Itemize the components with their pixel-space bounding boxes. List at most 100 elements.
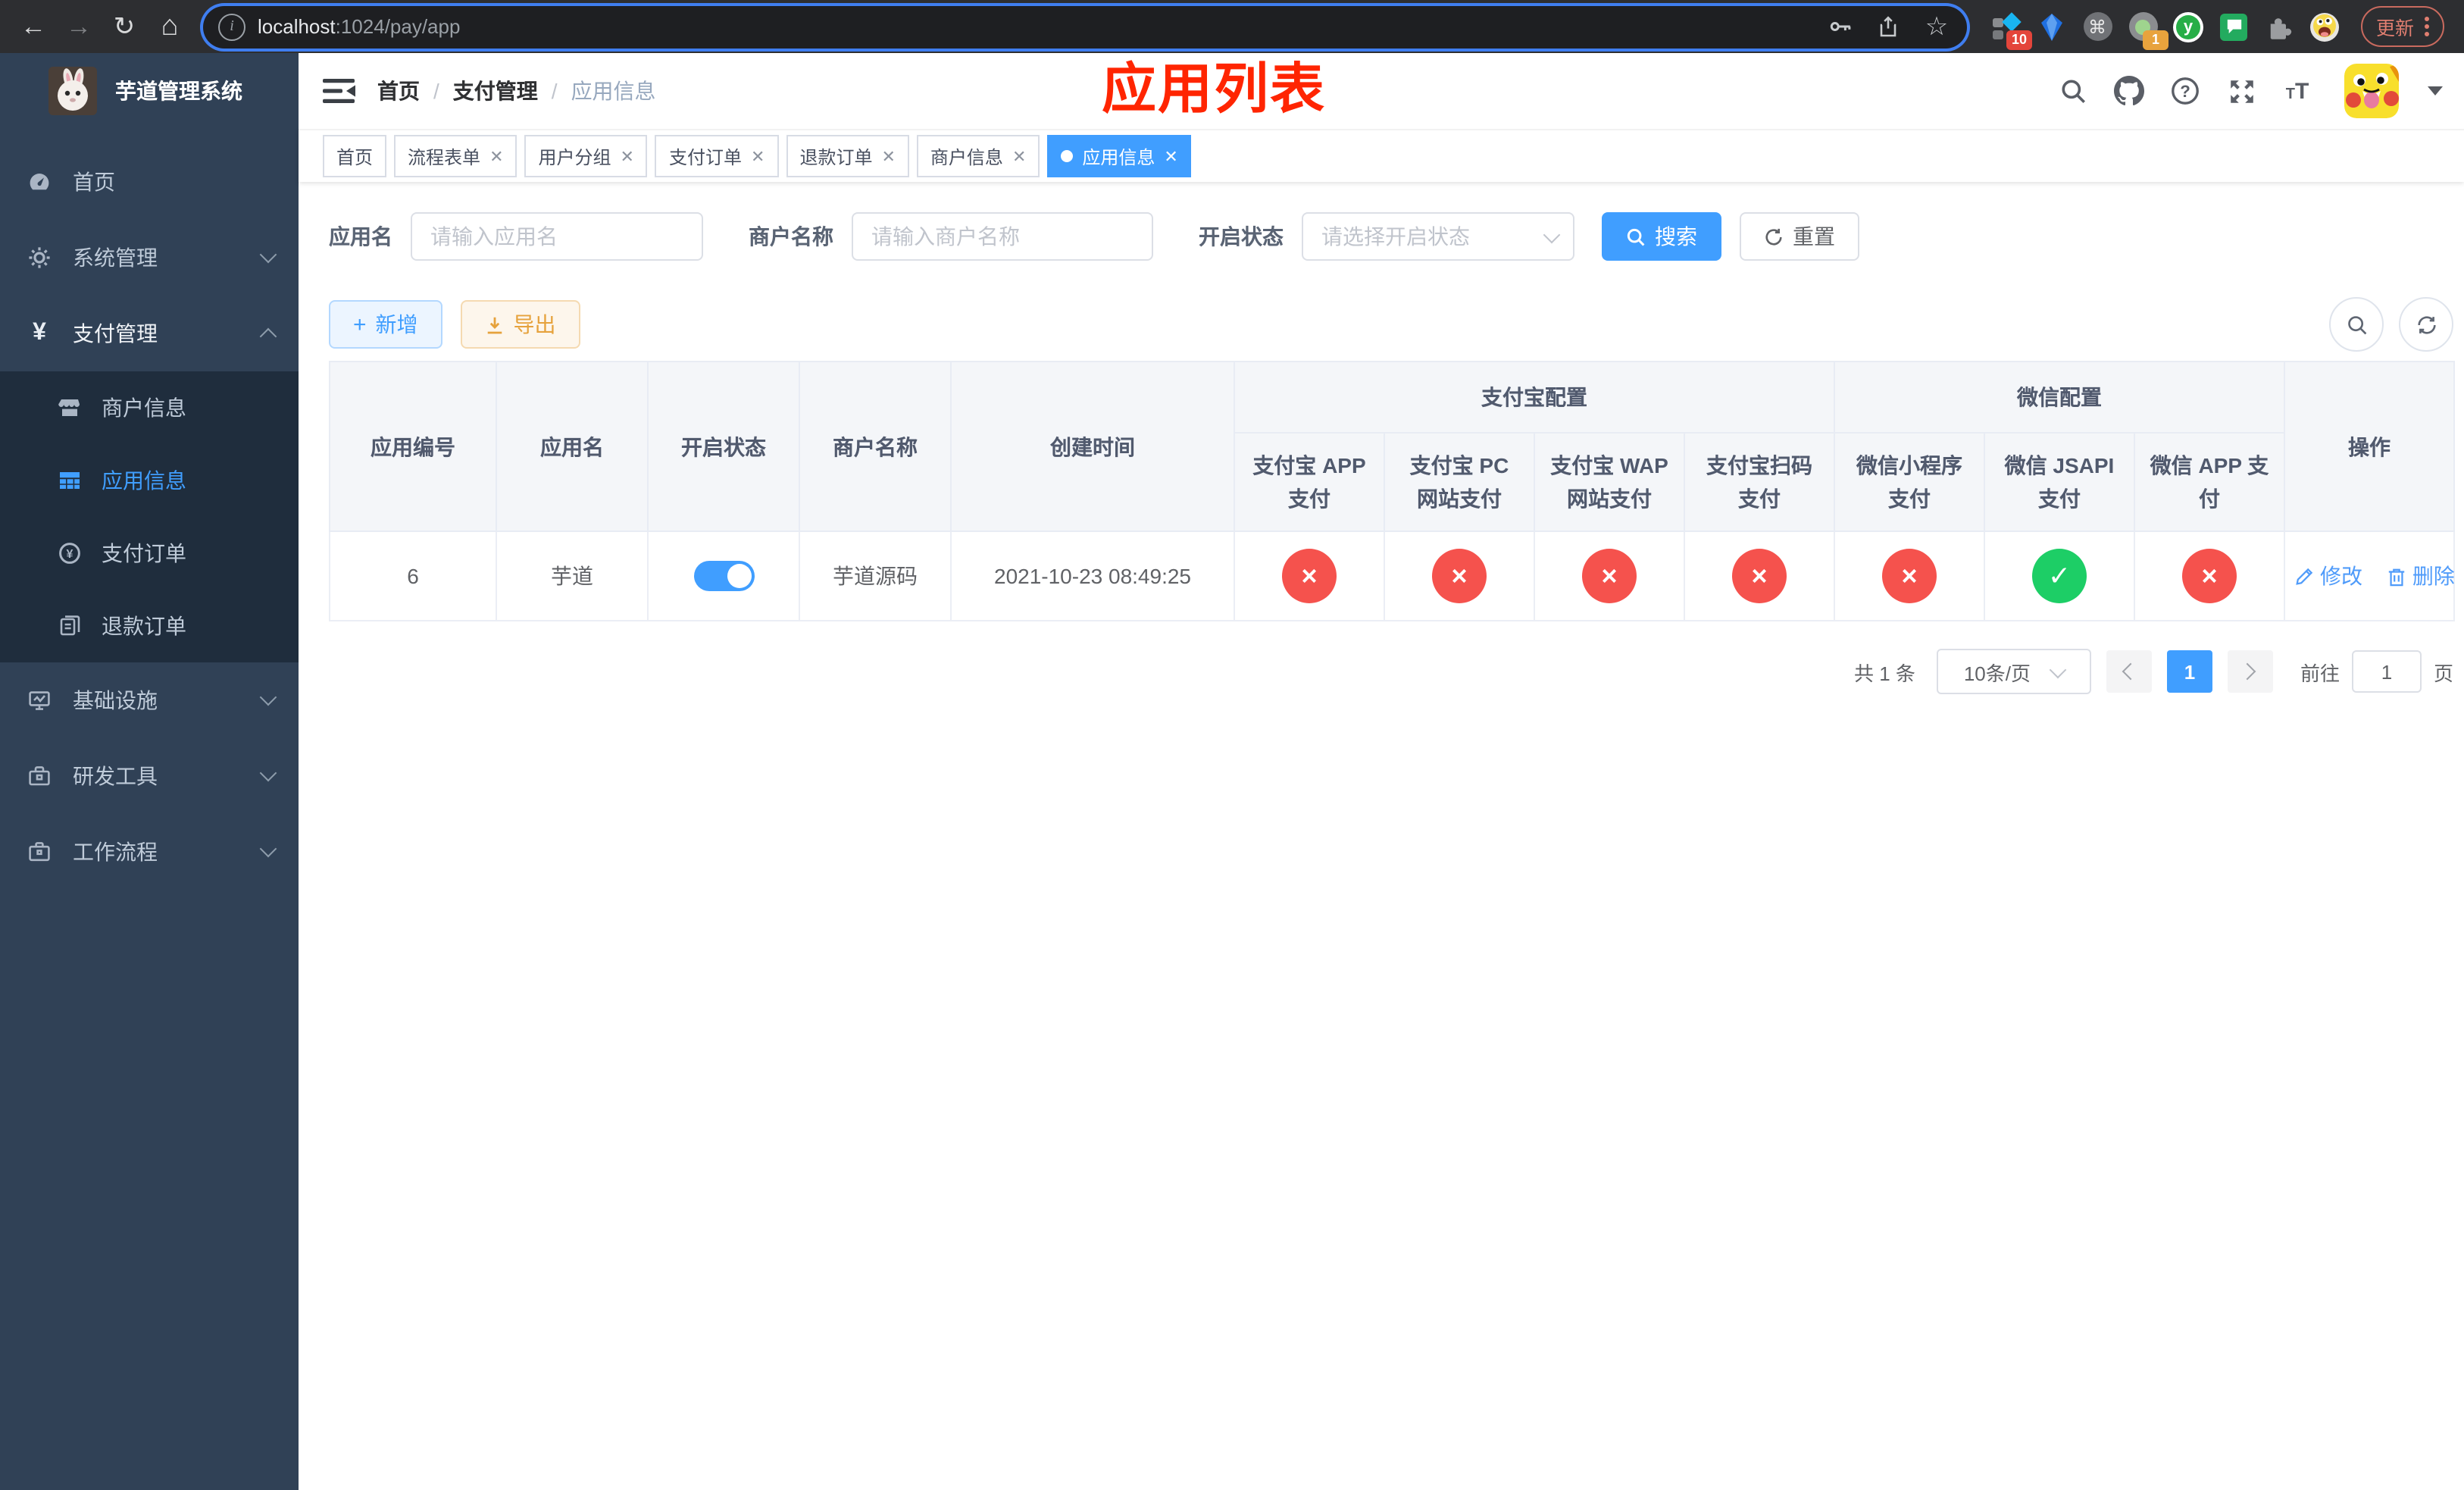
page-unit-label: 页 (2433, 662, 2453, 684)
grid-icon (58, 468, 82, 493)
chevron-down-icon (259, 764, 277, 782)
avatar-caret-icon[interactable] (2428, 86, 2443, 95)
sidebar-item-app-info[interactable]: 应用信息 (0, 444, 299, 517)
site-info-icon[interactable]: i (218, 13, 245, 40)
col-wechat-jsapi: 微信 JSAPI 支付 (1984, 432, 2135, 532)
col-alipay-pc: 支付宝 PC 网站支付 (1384, 432, 1535, 532)
sidebar-item-home[interactable]: 首页 (0, 144, 299, 220)
sidebar-item-refund-order[interactable]: 退款订单 (0, 590, 299, 662)
close-icon[interactable]: ✕ (621, 146, 634, 166)
github-icon[interactable] (2114, 76, 2144, 106)
status-select[interactable]: 请选择开启状态 (1302, 212, 1574, 261)
extension-command-icon[interactable]: ⌘ (2082, 11, 2112, 42)
merchant-name-input[interactable] (852, 212, 1153, 261)
extension-gem-icon[interactable] (2037, 11, 2067, 42)
font-size-icon[interactable]: TT (2282, 76, 2312, 106)
extension-badge: 10 (2006, 30, 2032, 49)
goto-label: 前往 (2300, 662, 2340, 684)
url-path: :1024/pay/app (335, 15, 461, 38)
close-icon[interactable]: ✕ (751, 146, 765, 166)
browser-forward-icon[interactable]: → (58, 5, 100, 48)
sidebar-logo[interactable]: 芋道管理系统 (0, 53, 299, 129)
user-avatar[interactable] (2344, 64, 2399, 118)
reset-button[interactable]: 重置 (1740, 212, 1859, 261)
extension-chat-icon[interactable] (2219, 11, 2249, 42)
bookmark-star-icon[interactable]: ☆ (1921, 11, 1952, 42)
sidebar-item-infra[interactable]: 基础设施 (0, 662, 299, 738)
help-icon[interactable]: ? (2170, 76, 2200, 106)
active-dot (1061, 150, 1074, 162)
browser-reload-icon[interactable]: ↻ (103, 5, 145, 48)
edit-pencil-icon (2296, 567, 2313, 584)
cell-created: 2021-10-23 08:49:25 (950, 531, 1235, 621)
gear-icon (27, 246, 52, 270)
enabled-toggle[interactable] (693, 561, 754, 591)
search-icon (1627, 227, 1645, 246)
breadcrumb-current: 应用信息 (571, 79, 656, 103)
hide-search-button[interactable] (2329, 297, 2384, 352)
col-wechat-app: 微信 APP 支付 (2133, 432, 2286, 532)
tab-refund-order[interactable]: 退款订单 ✕ (786, 135, 909, 177)
tab-home[interactable]: 首页 (323, 135, 387, 177)
sidebar-item-devtools[interactable]: 研发工具 (0, 738, 299, 814)
sidebar-item-system[interactable]: 系统管理 (0, 220, 299, 296)
search-button[interactable]: 搜索 (1602, 212, 1721, 261)
refresh-button[interactable] (2399, 297, 2453, 352)
browser-menu-icon[interactable] (2425, 17, 2430, 36)
extension-yudao-icon[interactable]: y (2173, 11, 2203, 42)
export-button[interactable]: 导出 (460, 300, 580, 349)
browser-update-button[interactable]: 更新 (2361, 6, 2445, 47)
browser-back-icon[interactable]: ← (12, 5, 55, 48)
prev-page-button[interactable] (2106, 650, 2152, 693)
browser-home-icon[interactable]: ⌂ (149, 5, 191, 48)
close-icon[interactable]: ✕ (1012, 146, 1026, 166)
yen-icon: ¥ (33, 320, 46, 346)
tab-user-group[interactable]: 用户分组 ✕ (524, 135, 648, 177)
app-name-input[interactable] (411, 212, 703, 261)
close-icon[interactable]: ✕ (881, 146, 895, 166)
svg-text:?: ? (2180, 82, 2190, 101)
app-title: 芋道管理系统 (115, 79, 242, 103)
col-wechat-mini: 微信小程序支付 (1834, 432, 1985, 532)
sidebar-item-pay-order[interactable]: ¥ 支付订单 (0, 517, 299, 590)
sidebar-item-pay[interactable]: ¥ 支付管理 (0, 296, 299, 371)
edit-link[interactable]: 修改 (2294, 561, 2362, 591)
add-button[interactable]: + 新增 (329, 300, 442, 349)
breadcrumb-pay[interactable]: 支付管理 (453, 76, 538, 106)
browser-toolbar: ← → ↻ ⌂ i localhost:1024/pay/app ☆ 10 ⌘ … (0, 0, 2464, 53)
table-toolbar: + 新增 导出 (329, 297, 2453, 352)
delete-link[interactable]: 删除 (2387, 561, 2455, 591)
address-bar[interactable]: i localhost:1024/pay/app ☆ (203, 5, 1967, 48)
alipay-pc-status: × (1432, 549, 1487, 603)
close-icon[interactable]: ✕ (489, 146, 503, 166)
extensions-puzzle-icon[interactable] (2264, 11, 2294, 42)
chevron-down-icon (259, 246, 277, 264)
next-page-button[interactable] (2227, 650, 2273, 693)
sidebar-item-merchant-info[interactable]: 商户信息 (0, 371, 299, 444)
key-icon[interactable] (1825, 11, 1855, 42)
sidebar-item-workflow[interactable]: 工作流程 (0, 814, 299, 890)
goto-page-input[interactable] (2351, 650, 2422, 693)
alipay-wap-status: × (1582, 549, 1637, 603)
col-merchant: 商户名称 (799, 361, 952, 532)
merchant-name-label: 商户名称 (749, 224, 833, 249)
fullscreen-icon[interactable] (2226, 76, 2256, 106)
app-table: 应用编号 应用名 开启状态 商户名称 创建时间 支付宝配置 微信配置 操作 支付… (329, 361, 2456, 621)
breadcrumb-home[interactable]: 首页 (377, 76, 420, 106)
search-icon[interactable] (2058, 76, 2088, 106)
tab-merchant-info[interactable]: 商户信息 ✕ (916, 135, 1040, 177)
page-number-1[interactable]: 1 (2166, 650, 2212, 693)
alipay-app-status: × (1282, 549, 1337, 603)
profile-avatar-icon[interactable] (2309, 11, 2340, 42)
close-icon[interactable]: ✕ (1164, 146, 1177, 166)
tab-app-info[interactable]: 应用信息 ✕ (1047, 135, 1192, 177)
tab-pay-order[interactable]: 支付订单 ✕ (655, 135, 779, 177)
page-size-select[interactable]: 10条/页 (1936, 649, 2091, 694)
extension-recorder-icon[interactable]: 1 (2128, 11, 2169, 49)
share-icon[interactable] (1873, 11, 1903, 42)
col-created: 创建时间 (950, 361, 1235, 532)
chevron-down-icon (259, 840, 277, 858)
extension-blocks-icon[interactable]: 10 (1991, 11, 2032, 49)
sidebar-fold-icon[interactable] (323, 76, 356, 106)
tab-process-form[interactable]: 流程表单 ✕ (394, 135, 518, 177)
